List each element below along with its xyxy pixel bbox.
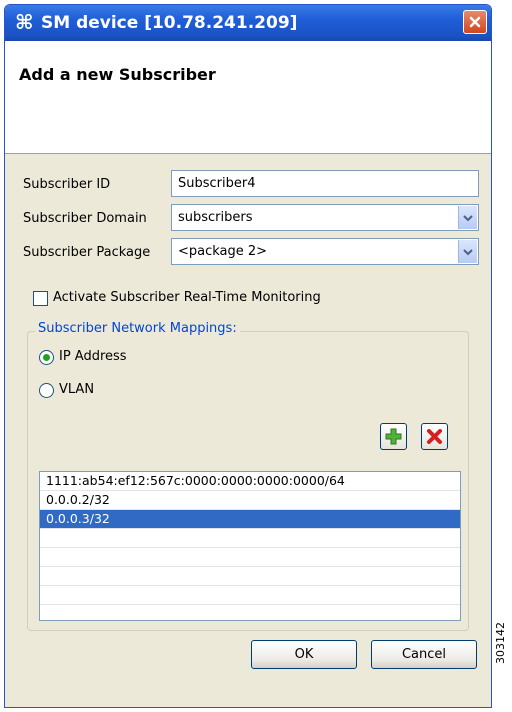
subscriber-domain-select[interactable]: subscribers [171,204,479,231]
x-icon [427,429,442,444]
chevron-down-icon [463,214,473,221]
empty-list-row [40,605,460,620]
cisco-command-icon: ⌘ [15,10,34,34]
cancel-button[interactable]: Cancel [371,640,477,669]
ip-address-label: IP Address [59,349,127,364]
subscriber-package-value: <package 2> [178,244,268,259]
empty-list-row [40,567,460,586]
dialog-window: ⌘ SM device [10.78.241.209] Add a new Su… [4,4,492,708]
close-icon [469,16,481,28]
monitoring-checkbox[interactable] [33,291,48,306]
domain-dropdown-button[interactable] [458,206,477,229]
vlan-label: VLAN [59,382,95,397]
list-item[interactable]: 0.0.0.2/32 [40,491,460,510]
subscriber-domain-label: Subscriber Domain [23,211,147,226]
subscriber-package-label: Subscriber Package [23,245,151,260]
figure-id: 303142 [494,622,507,664]
package-dropdown-button[interactable] [458,240,477,263]
page-title: Add a new Subscriber [19,65,216,84]
title-bar[interactable]: ⌘ SM device [10.78.241.209] [5,5,491,41]
network-mappings-title: Subscriber Network Mappings: [35,321,240,336]
remove-mapping-button[interactable] [421,423,448,450]
monitoring-label: Activate Subscriber Real-Time Monitoring [53,290,321,305]
dialog-header: Add a new Subscriber [5,41,491,154]
subscriber-id-field[interactable]: Subscriber4 [171,170,479,197]
subscriber-domain-value: subscribers [178,210,253,225]
mappings-list[interactable]: 1111:ab54:ef12:567c:0000:0000:0000:0000/… [39,471,461,621]
empty-list-row [40,586,460,605]
plus-icon [385,428,402,445]
list-item-selected[interactable]: 0.0.0.3/32 [40,510,460,529]
vlan-radio[interactable] [39,383,54,398]
window-title: SM device [10.78.241.209] [41,13,298,33]
ok-button[interactable]: OK [251,640,357,669]
radio-selected-dot [43,354,50,361]
list-item[interactable]: 1111:ab54:ef12:567c:0000:0000:0000:0000/… [40,472,460,491]
subscriber-package-select[interactable]: <package 2> [171,238,479,265]
empty-list-row [40,548,460,567]
empty-list-row [40,529,460,548]
close-button[interactable] [463,10,487,34]
ip-address-radio[interactable] [39,350,54,365]
add-mapping-button[interactable] [380,423,407,450]
subscriber-id-label: Subscriber ID [23,177,111,192]
chevron-down-icon [463,248,473,255]
